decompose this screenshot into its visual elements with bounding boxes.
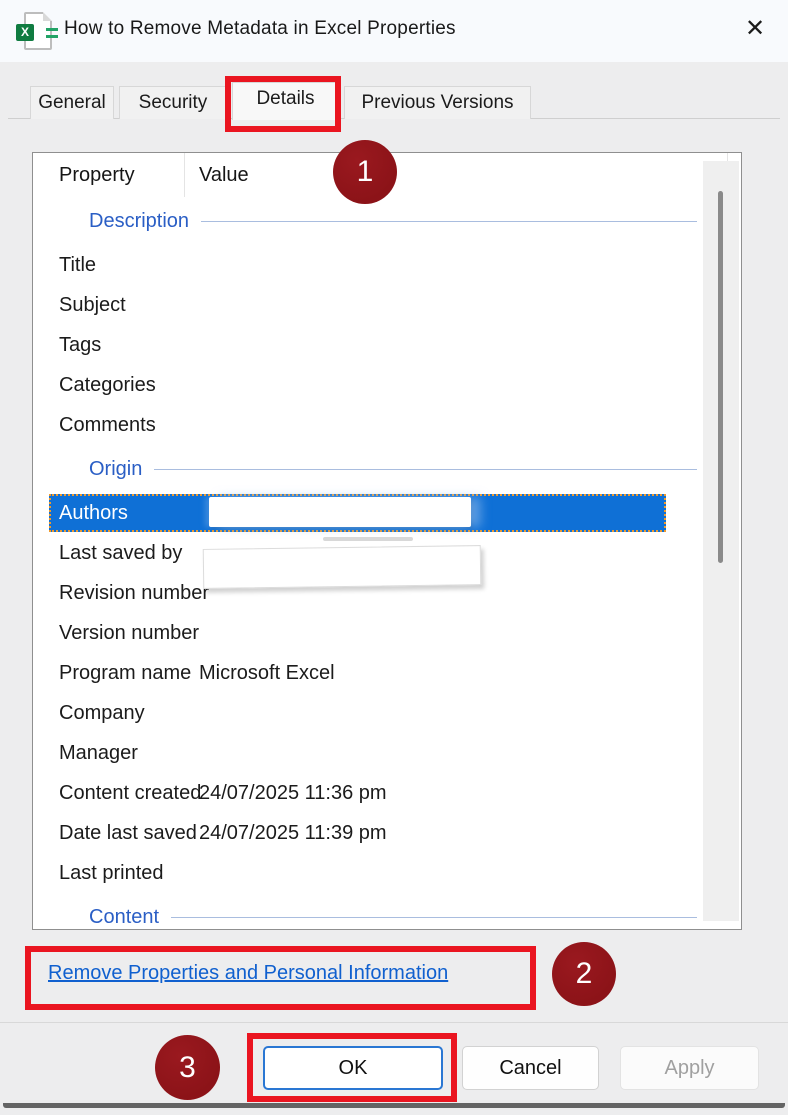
section-rule <box>171 916 697 918</box>
section-row-content[interactable]: Content <box>33 893 741 929</box>
excel-x-glyph: X <box>16 24 34 41</box>
property-row-version-number[interactable]: Version number <box>33 613 741 653</box>
property-row-categories[interactable]: Categories <box>33 365 741 405</box>
scrollbar-thumb[interactable] <box>718 191 723 563</box>
property-label: Version number <box>59 621 200 644</box>
property-row-authors[interactable]: Authors <box>33 493 741 533</box>
section-rule <box>201 220 697 222</box>
property-label: Subject <box>59 293 126 316</box>
property-label: Tags <box>59 333 102 356</box>
property-row-manager[interactable]: Manager <box>33 733 741 773</box>
section-rule <box>154 468 697 470</box>
property-row-title[interactable]: Title <box>33 245 741 285</box>
step-badge-3: 3 <box>155 1035 220 1100</box>
column-header-property[interactable]: Property <box>33 153 185 197</box>
property-label: Last printed <box>59 861 164 884</box>
remove-properties-link[interactable]: Remove Properties and Personal Informati… <box>48 962 448 985</box>
section-row-description[interactable]: Description <box>33 197 741 245</box>
property-label: Revision number <box>59 581 210 604</box>
property-label: Manager <box>59 741 138 764</box>
property-row-date-last-saved[interactable]: Date last saved 24/07/2025 11:39 pm <box>33 813 741 853</box>
title-bar: X How to Remove Metadata in Excel Proper… <box>0 0 788 62</box>
step-badge-2: 2 <box>552 942 616 1006</box>
property-row-company[interactable]: Company <box>33 693 741 733</box>
cancel-button[interactable]: Cancel <box>462 1046 599 1090</box>
property-label: Last saved by <box>59 541 183 564</box>
property-label: Company <box>59 701 145 724</box>
property-label: Categories <box>59 373 156 396</box>
property-label: Date last saved <box>59 821 197 844</box>
property-value: Microsoft Excel <box>199 661 335 684</box>
section-label: Content <box>89 905 160 928</box>
property-row-last-printed[interactable]: Last printed <box>33 853 741 893</box>
property-label: Authors <box>59 501 128 524</box>
section-label: Description <box>89 209 190 232</box>
tab-details[interactable]: Details <box>232 82 339 120</box>
property-row-program-name[interactable]: Program name Microsoft Excel <box>33 653 741 693</box>
section-label: Origin <box>89 457 143 480</box>
redaction-blur-last-saved-by <box>202 545 482 589</box>
property-list[interactable]: Property Value Description Title Subject Ta… <box>32 152 742 930</box>
property-row-last-saved-by[interactable]: Last saved by <box>33 533 741 589</box>
property-row-content-created[interactable]: Content created 24/07/2025 11:36 pm <box>33 773 741 813</box>
tab-bar: General Security Details Previous Versio… <box>0 62 788 120</box>
step-badge-1: 1 <box>333 140 397 204</box>
close-icon[interactable]: ✕ <box>736 10 774 46</box>
apply-button[interactable]: Apply <box>620 1046 759 1090</box>
property-row-comments[interactable]: Comments <box>33 405 741 445</box>
property-row-subject[interactable]: Subject <box>33 285 741 325</box>
property-value: 24/07/2025 11:36 pm <box>199 781 387 804</box>
ok-button[interactable]: OK <box>263 1046 443 1090</box>
window-bottom-edge <box>3 1103 785 1108</box>
column-header-value[interactable]: Value <box>185 153 741 197</box>
property-label: Program name <box>59 661 192 684</box>
property-rows: Description Title Subject Tags Categories Com… <box>33 197 741 929</box>
property-label: Comments <box>59 413 156 436</box>
properties-dialog: X How to Remove Metadata in Excel Proper… <box>0 0 788 1115</box>
section-row-origin[interactable]: Origin <box>33 445 741 493</box>
scrollbar-track[interactable] <box>703 161 739 921</box>
property-label: Content created <box>59 781 202 804</box>
tab-security[interactable]: Security <box>119 86 227 119</box>
tab-previous-versions[interactable]: Previous Versions <box>344 86 531 119</box>
tab-general[interactable]: General <box>30 86 114 119</box>
property-label: Title <box>59 253 97 276</box>
window-title: How to Remove Metadata in Excel Properti… <box>64 18 456 39</box>
property-row-tags[interactable]: Tags <box>33 325 741 365</box>
excel-file-icon: X <box>16 12 58 52</box>
property-value: 24/07/2025 11:39 pm <box>199 821 387 844</box>
footer-divider <box>0 1022 788 1023</box>
blur-smudge <box>323 537 413 541</box>
redaction-blur-authors <box>209 497 471 527</box>
